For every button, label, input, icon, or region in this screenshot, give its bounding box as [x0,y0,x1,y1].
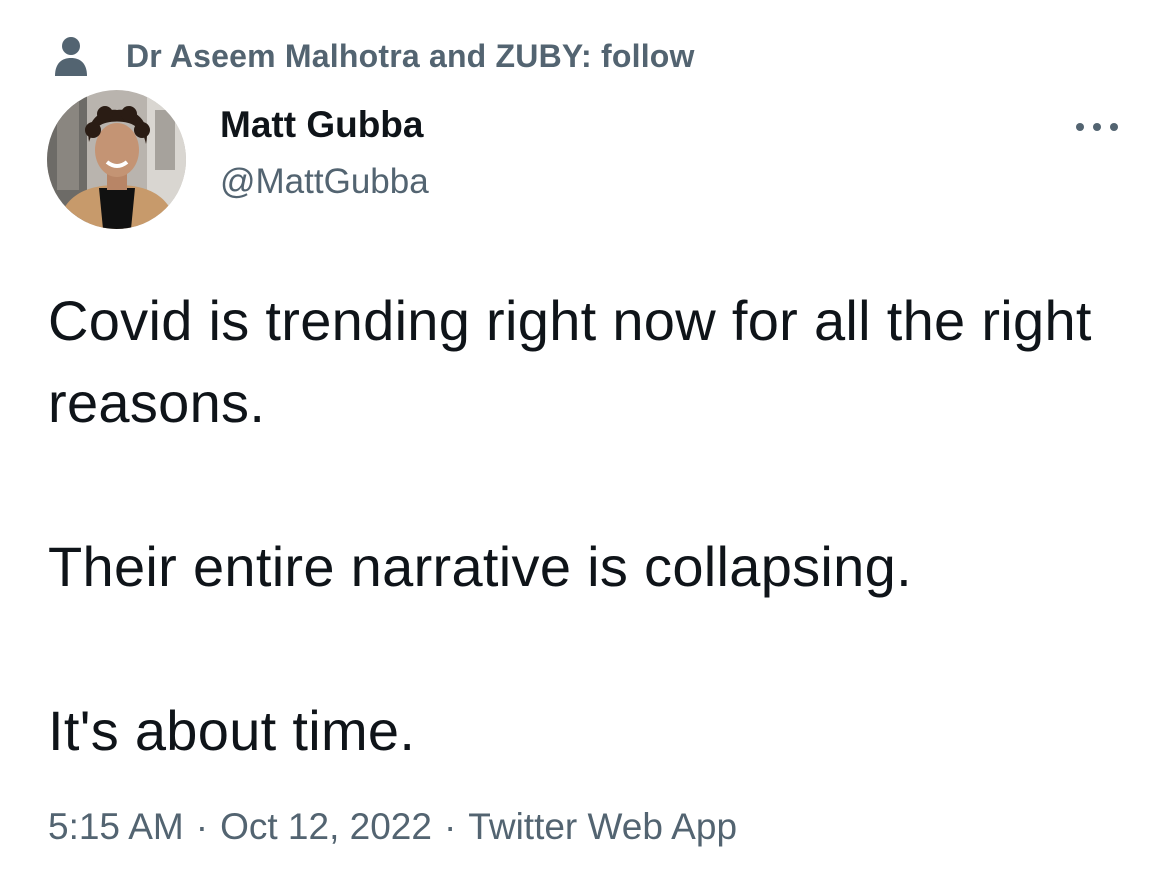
tweet-paragraph: It's about time. [48,699,416,762]
meta-separator: · [443,806,457,847]
tweet-source[interactable]: Twitter Web App [468,806,737,847]
social-context-text[interactable]: Dr Aseem Malhotra and ZUBY: follow [126,38,695,75]
tweet-date[interactable]: Oct 12, 2022 [220,806,432,847]
more-icon [1076,123,1118,131]
user-handle[interactable]: @MattGubba [220,162,429,202]
more-button[interactable] [1072,112,1122,142]
tweet-paragraph: Covid is trending right now for all the … [48,289,1092,434]
person-icon [54,36,88,76]
social-context[interactable]: Dr Aseem Malhotra and ZUBY: follow [54,34,695,78]
tweet-time[interactable]: 5:15 AM [48,806,184,847]
tweet-text: Covid is trending right now for all the … [48,280,1128,772]
tweet-metadata: 5:15 AM · Oct 12, 2022 · Twitter Web App [48,806,737,848]
tweet-paragraph: Their entire narrative is collapsing. [48,535,912,598]
display-name[interactable]: Matt Gubba [220,104,423,146]
meta-separator: · [195,806,209,847]
avatar[interactable] [47,90,186,229]
